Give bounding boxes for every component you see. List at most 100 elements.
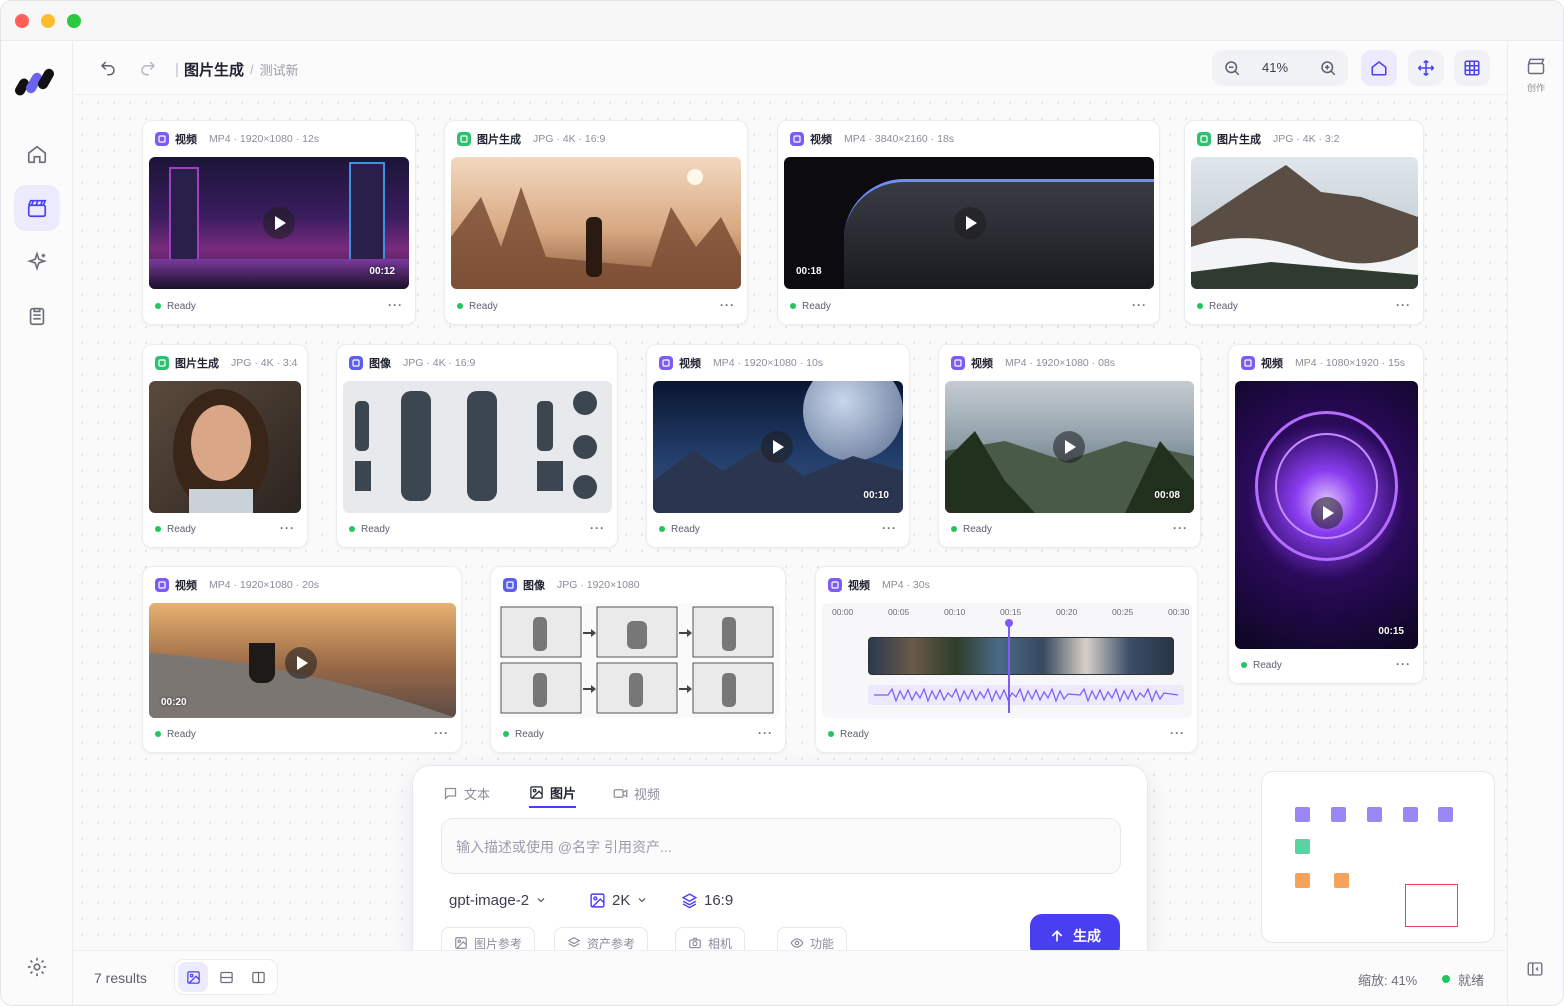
asset-card[interactable]: 视频 MP4 · 1920×1080 · 10s 00:10 Ready ··· bbox=[646, 344, 910, 548]
view-split-button[interactable] bbox=[243, 962, 273, 992]
asset-card[interactable]: 图片生成 JPG · 4K · 3:2 Ready ··· bbox=[1184, 120, 1424, 325]
undo-icon bbox=[100, 61, 115, 76]
zoom-out-button[interactable] bbox=[1214, 50, 1250, 86]
video-thumbnail[interactable]: 00:18 bbox=[784, 157, 1154, 289]
create-panel-button[interactable]: 创作 bbox=[1520, 56, 1552, 94]
card-meta: MP4 · 1920×1080 · 08s bbox=[1005, 357, 1116, 369]
home-view-button[interactable] bbox=[1361, 50, 1397, 86]
prompt-input[interactable]: 输入描述或使用 @名字 引用资产... bbox=[441, 818, 1121, 874]
close-window-button[interactable] bbox=[15, 14, 29, 28]
card-type: 图像 bbox=[369, 358, 391, 370]
more-button[interactable]: ··· bbox=[882, 521, 897, 535]
asset-card[interactable]: 视频 MP4 · 1920×1080 · 08s 00:08 Ready ··· bbox=[938, 344, 1201, 548]
undo-button[interactable] bbox=[90, 50, 126, 86]
card-status: Ready bbox=[1209, 300, 1238, 312]
video-thumbnail[interactable]: 00:08 bbox=[945, 381, 1194, 513]
timeline-tick: 00:25 bbox=[1112, 607, 1134, 617]
maximize-window-button[interactable] bbox=[67, 14, 81, 28]
model-select[interactable]: gpt-image-2 bbox=[449, 888, 547, 912]
resolution-select[interactable]: 2K bbox=[589, 888, 648, 912]
play-button[interactable] bbox=[285, 647, 317, 679]
playhead-handle[interactable] bbox=[1005, 619, 1013, 627]
minimize-window-button[interactable] bbox=[41, 14, 55, 28]
playhead[interactable] bbox=[1008, 621, 1010, 713]
asset-card[interactable]: 视频 MP4 · 1920×1080 · 20s 00:20 Ready ··· bbox=[142, 566, 462, 753]
more-button[interactable]: ··· bbox=[1396, 298, 1411, 312]
more-button[interactable]: ··· bbox=[720, 298, 735, 312]
video-thumbnail[interactable]: 00:20 bbox=[149, 603, 456, 718]
more-button[interactable]: ··· bbox=[1173, 521, 1188, 535]
more-button[interactable]: ··· bbox=[590, 521, 605, 535]
video-thumbnail[interactable]: 00:12 bbox=[149, 157, 409, 289]
minimap[interactable] bbox=[1261, 771, 1495, 943]
asset-card[interactable]: 图像 JPG · 4K · 16:9 Ready ··· bbox=[336, 344, 618, 548]
clipboard-icon bbox=[29, 307, 45, 326]
video-track[interactable] bbox=[868, 637, 1174, 675]
sidebar-ai-button[interactable] bbox=[14, 239, 60, 285]
image-thumbnail[interactable] bbox=[497, 603, 780, 718]
pan-tool-button[interactable] bbox=[1408, 50, 1444, 86]
view-grid-button[interactable] bbox=[178, 962, 208, 992]
asset-card[interactable]: 图片生成 JPG · 4K · 16:9 Ready ··· bbox=[444, 120, 748, 325]
more-button[interactable]: ··· bbox=[758, 726, 773, 740]
layers-icon bbox=[567, 937, 581, 948]
breadcrumb-title[interactable]: 图片生成 bbox=[184, 59, 244, 80]
more-button[interactable]: ··· bbox=[1396, 657, 1411, 671]
play-button[interactable] bbox=[954, 207, 986, 239]
zoom-in-icon bbox=[1321, 61, 1336, 76]
image-thumbnail[interactable] bbox=[343, 381, 612, 513]
ratio-select[interactable]: 16:9 bbox=[681, 888, 733, 912]
timeline-editor[interactable]: 00:00 00:05 00:10 00:15 00:20 00:25 00:3… bbox=[822, 603, 1192, 718]
redo-button[interactable] bbox=[130, 50, 166, 86]
play-button[interactable] bbox=[263, 207, 295, 239]
more-button[interactable]: ··· bbox=[1132, 298, 1147, 312]
image-thumbnail[interactable] bbox=[451, 157, 741, 289]
play-button[interactable] bbox=[1311, 497, 1343, 529]
zoom-in-button[interactable] bbox=[1310, 50, 1346, 86]
more-button[interactable]: ··· bbox=[1170, 726, 1185, 740]
tab-text[interactable]: 文本 bbox=[443, 778, 490, 808]
tab-image[interactable]: 图片 bbox=[529, 778, 577, 808]
list-icon bbox=[219, 971, 233, 983]
more-button[interactable]: ··· bbox=[388, 298, 403, 312]
tab-label: 文本 bbox=[464, 786, 491, 802]
asset-card[interactable]: 图像 JPG · 1920×1080 Ready ··· bbox=[490, 566, 786, 753]
app-logo-icon bbox=[15, 64, 57, 103]
sidebar-home-button[interactable] bbox=[14, 131, 60, 177]
more-button[interactable]: ··· bbox=[280, 521, 295, 535]
view-list-button[interactable] bbox=[211, 962, 241, 992]
play-button[interactable] bbox=[761, 431, 793, 463]
video-thumbnail[interactable]: 00:10 bbox=[653, 381, 903, 513]
breadcrumb-sub[interactable]: 测试新 bbox=[260, 60, 299, 79]
video-thumbnail[interactable]: 00:15 bbox=[1235, 381, 1418, 649]
breadcrumb: 图片生成 / 测试新 bbox=[176, 59, 299, 80]
minimap-viewport[interactable] bbox=[1405, 884, 1458, 927]
status-text: 就绪 bbox=[1458, 973, 1485, 988]
sidebar-media-button[interactable] bbox=[14, 185, 60, 231]
asset-card[interactable]: 视频 MP4 · 30s 00:00 00:05 00:10 00:15 00:2… bbox=[815, 566, 1198, 753]
sidebar-tasks-button[interactable] bbox=[14, 293, 60, 339]
tab-video[interactable]: 视频 bbox=[613, 778, 660, 808]
settings-button[interactable] bbox=[14, 944, 60, 990]
card-type: 视频 bbox=[971, 358, 993, 370]
image-thumbnail[interactable] bbox=[149, 381, 301, 513]
asset-card[interactable]: 图片生成 JPG · 4K · 3:4 Ready ··· bbox=[142, 344, 308, 548]
audio-waveform[interactable] bbox=[868, 685, 1184, 705]
asset-card[interactable]: 视频 MP4 · 3840×2160 · 18s 00:18 Ready ··· bbox=[777, 120, 1160, 325]
resolution-value: 2K bbox=[612, 891, 631, 909]
asset-card[interactable]: 视频 MP4 · 1920×1080 · 12s 00:12 Ready ··· bbox=[142, 120, 416, 325]
image-icon bbox=[530, 785, 543, 799]
collapse-panel-button[interactable] bbox=[1526, 960, 1544, 983]
more-button[interactable]: ··· bbox=[434, 726, 449, 740]
zoom-out-icon bbox=[1225, 61, 1240, 76]
card-meta: MP4 · 1920×1080 · 20s bbox=[209, 579, 320, 591]
play-button[interactable] bbox=[1053, 431, 1085, 463]
results-count: 7 results bbox=[94, 970, 147, 986]
gear-icon bbox=[27, 957, 47, 977]
card-status: Ready bbox=[167, 728, 196, 740]
grid-view-button[interactable] bbox=[1454, 50, 1490, 86]
asset-card[interactable]: 视频 MP4 · 1080×1920 · 15s 00:15 Ready ··· bbox=[1228, 344, 1424, 684]
image-thumbnail[interactable] bbox=[1191, 157, 1418, 289]
chevron-down-icon bbox=[638, 898, 646, 903]
minimap-node bbox=[1295, 839, 1310, 854]
